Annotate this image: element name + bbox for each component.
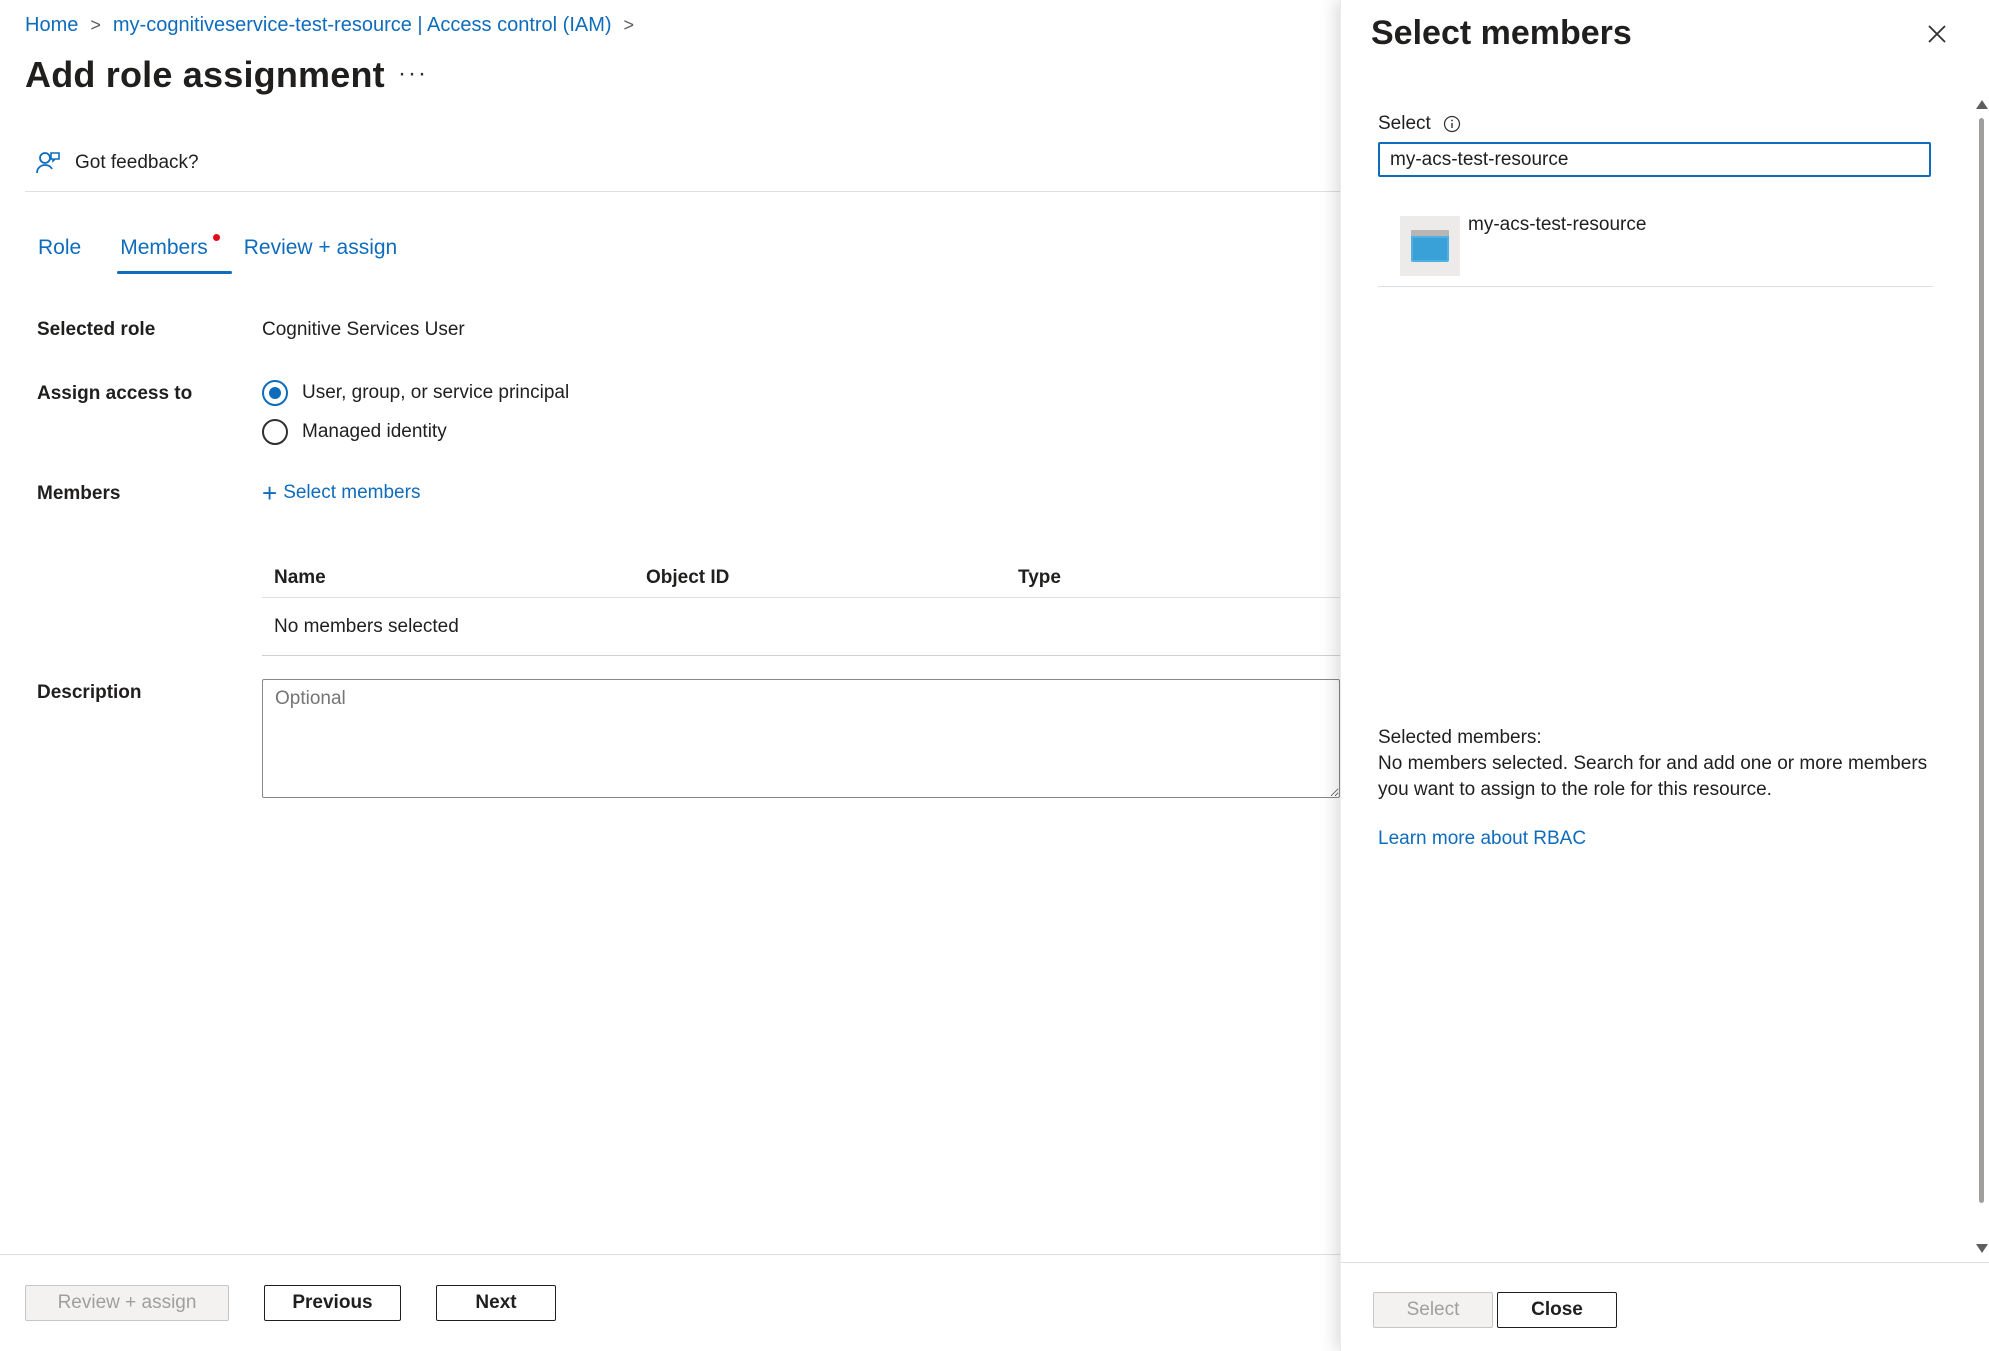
feedback-label: Got feedback? xyxy=(75,152,199,173)
selected-members-info: Selected members: No members selected. S… xyxy=(1378,725,1938,803)
radio-button-checked[interactable] xyxy=(262,380,288,406)
radio-button[interactable] xyxy=(262,419,288,445)
breadcrumb: Home > my-cognitiveservice-test-resource… xyxy=(25,14,646,37)
search-result-item[interactable]: my-acs-test-resource xyxy=(1378,204,1933,287)
selected-role-value: Cognitive Services User xyxy=(262,319,465,340)
more-options-icon[interactable]: ··· xyxy=(398,60,428,88)
selected-role-label: Selected role xyxy=(37,319,156,340)
selected-members-heading: Selected members: xyxy=(1378,727,1542,748)
select-field-label: Select xyxy=(1378,113,1461,135)
previous-button[interactable]: Previous xyxy=(264,1285,401,1321)
radio-label: Managed identity xyxy=(302,421,447,442)
cognitive-resource-icon xyxy=(1400,216,1460,276)
radio-label: User, group, or service principal xyxy=(302,382,570,403)
description-label: Description xyxy=(37,682,142,703)
assign-access-label: Assign access to xyxy=(37,383,193,404)
column-header-name[interactable]: Name xyxy=(262,567,634,589)
panel-title: Select members xyxy=(1371,14,1632,52)
table-header: Name Object ID Type xyxy=(262,558,1340,598)
tab-members[interactable]: Members xyxy=(117,234,232,274)
tab-role[interactable]: Role xyxy=(38,236,81,274)
divider xyxy=(25,191,1340,192)
tab-bar: Role Members Review + assign xyxy=(38,234,398,274)
divider xyxy=(1341,1262,1989,1263)
radio-user-group-sp[interactable]: User, group, or service principal xyxy=(262,380,569,406)
select-label: Select xyxy=(1378,113,1431,134)
resource-window-icon xyxy=(1411,230,1449,262)
breadcrumb-resource-link[interactable]: my-cognitiveservice-test-resource | Acce… xyxy=(113,14,612,37)
table-empty-row: No members selected xyxy=(262,598,1340,656)
members-table: Name Object ID Type No members selected xyxy=(262,558,1340,656)
scroll-thumb[interactable] xyxy=(1979,118,1984,1203)
select-members-link[interactable]: + Select members xyxy=(262,478,421,508)
feedback-button[interactable]: Got feedback? xyxy=(35,150,199,176)
close-icon[interactable] xyxy=(1925,22,1949,46)
search-result-name: my-acs-test-resource xyxy=(1468,214,1647,235)
learn-more-rbac-link[interactable]: Learn more about RBAC xyxy=(1378,828,1586,850)
page-title: Add role assignment xyxy=(25,54,385,95)
scroll-up-arrow-icon[interactable] xyxy=(1976,100,1988,109)
column-header-type[interactable]: Type xyxy=(1006,567,1061,589)
select-members-panel: Select members Select my-acs-test-resour… xyxy=(1340,0,1989,1351)
tab-members-label: Members xyxy=(120,236,208,259)
notification-dot xyxy=(212,234,220,241)
panel-select-button[interactable]: Select xyxy=(1373,1292,1493,1328)
feedback-person-icon xyxy=(36,152,60,174)
scroll-down-arrow-icon[interactable] xyxy=(1976,1244,1988,1253)
selected-members-text: No members selected. Search for and add … xyxy=(1378,753,1928,800)
chevron-right-icon: > xyxy=(90,15,101,35)
chevron-right-icon: > xyxy=(623,15,635,35)
info-icon[interactable] xyxy=(1443,115,1461,133)
member-search-input[interactable] xyxy=(1378,142,1931,177)
select-members-label: Select members xyxy=(283,482,421,503)
divider xyxy=(0,1254,1340,1255)
next-button[interactable]: Next xyxy=(436,1285,556,1321)
panel-scrollbar[interactable] xyxy=(1976,100,1988,1255)
plus-icon: + xyxy=(262,478,278,508)
review-assign-button[interactable]: Review + assign xyxy=(25,1285,229,1321)
breadcrumb-home-link[interactable]: Home xyxy=(25,14,78,37)
column-header-object-id[interactable]: Object ID xyxy=(634,567,1006,589)
members-label: Members xyxy=(37,483,121,504)
tab-review-assign[interactable]: Review + assign xyxy=(244,236,398,274)
radio-managed-identity[interactable]: Managed identity xyxy=(262,419,447,445)
description-input[interactable] xyxy=(262,679,1340,798)
panel-close-button[interactable]: Close xyxy=(1497,1292,1617,1328)
